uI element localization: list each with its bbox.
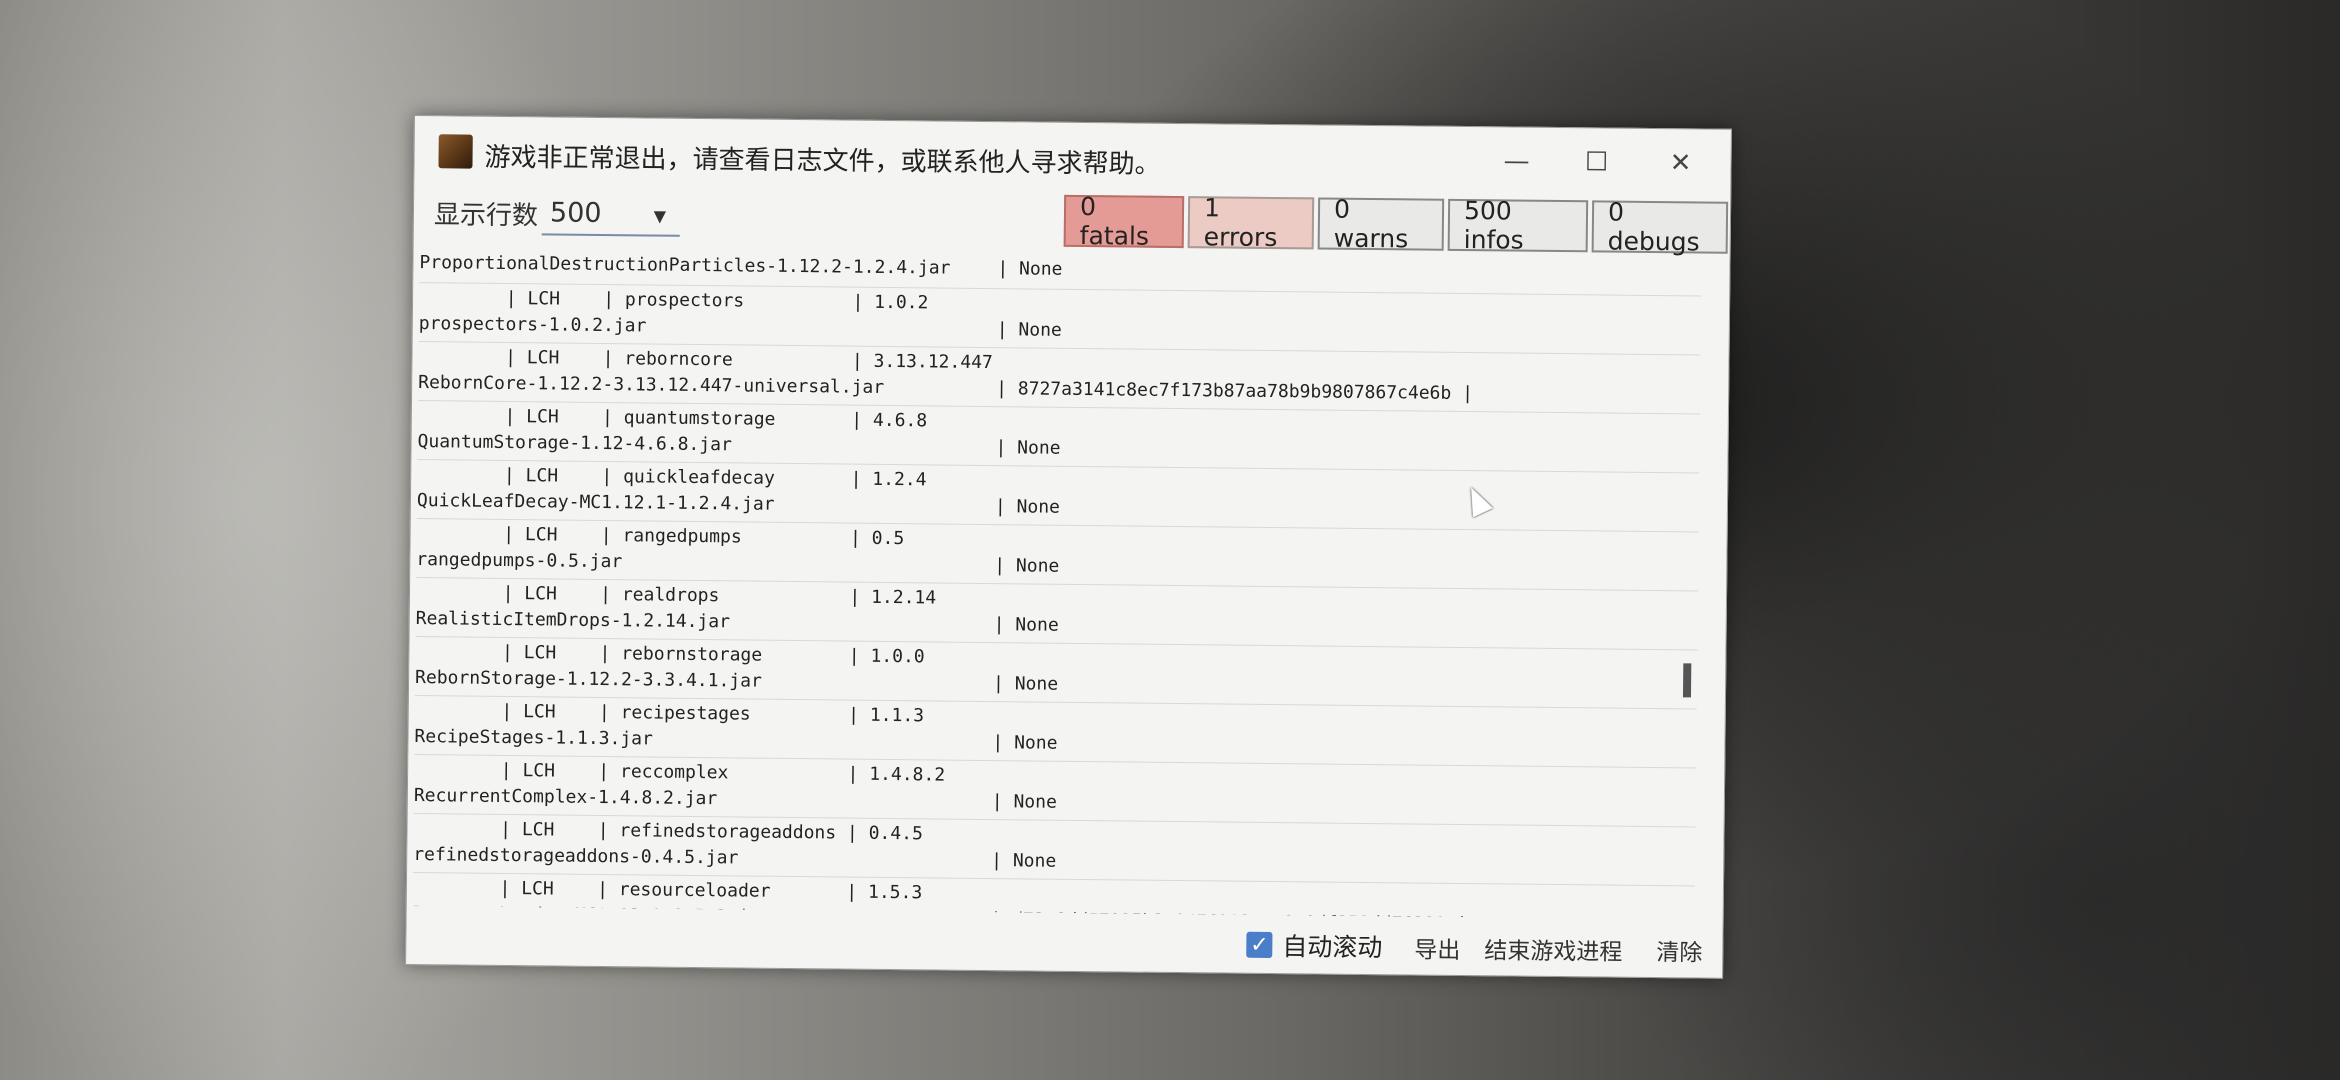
log-mod-info: | LCH | reccomplex | 1.4.8.2 <box>414 759 946 786</box>
debugs-filter-button[interactable]: 0 debugs <box>1591 198 1729 256</box>
close-button[interactable]: ✕ <box>1658 143 1702 183</box>
autoscroll-label: 自动滚动 <box>1282 932 1383 963</box>
log-file: refinedstorageaddons-0.4.5.jar <box>413 844 739 869</box>
rows-value: 500 <box>549 197 602 229</box>
rows-select[interactable]: 500 ▼ <box>541 191 681 237</box>
log-signature: | None <box>993 614 1059 636</box>
scrollbar-thumb[interactable] <box>1682 663 1692 698</box>
log-signature: | None <box>991 850 1057 872</box>
log-mod-info: | LCH | rangedpumps | 0.5 <box>416 523 905 550</box>
minimize-button[interactable]: — <box>1494 141 1538 181</box>
log-signature: | None <box>995 437 1061 459</box>
log-mod-info: | LCH | refinedstorageaddons | 0.4.5 <box>413 818 923 845</box>
log-signature: | None <box>996 319 1062 341</box>
autoscroll-toggle[interactable]: ✓ 自动滚动 <box>1246 927 1383 964</box>
log-mod-info: | LCH | recipestages | 1.1.3 <box>414 700 925 727</box>
log-file: RealisticItemDrops-1.2.14.jar <box>415 608 731 633</box>
log-file: ProportionalDestructionParticles-1.12.2-… <box>419 252 951 279</box>
errors-filter-button[interactable]: 1 errors <box>1187 193 1315 252</box>
log-file: prospectors-1.0.2.jar <box>418 313 647 337</box>
export-button[interactable]: 导出 <box>1414 931 1460 965</box>
minecraft-block-icon <box>438 134 473 169</box>
log-mod-info: | LCH | quickleafdecay | 1.2.4 <box>417 464 927 491</box>
log-signature: | 8727a3141c8ec7f173b87aa78b9b9807867c4e… <box>996 378 1474 405</box>
log-signature: | None <box>992 673 1059 695</box>
log-mod-info: | LCH | rebornstorage | 1.0.0 <box>415 641 925 668</box>
kill-game-button[interactable]: 结束游戏进程 <box>1484 931 1622 966</box>
log-file: QuickLeafDecay-MC1.12.1-1.2.4.jar <box>416 490 775 515</box>
log-file: rangedpumps-0.5.jar <box>416 549 623 573</box>
log-file: QuantumStorage-1.12-4.6.8.jar <box>417 431 732 456</box>
caret-down-icon: ▼ <box>653 206 667 226</box>
log-output[interactable]: ProportionalDestructionParticles-1.12.2-… <box>412 246 1702 920</box>
log-mod-info: | LCH | quantumstorage | 4.6.8 <box>417 405 928 432</box>
checkbox-checked-icon[interactable]: ✓ <box>1246 931 1273 959</box>
log-file: RecurrentComplex-1.4.8.2.jar <box>413 785 718 810</box>
maximize-button[interactable]: ☐ <box>1574 142 1618 182</box>
toolbar: 显示行数 500 ▼ 0 fatals 1 errors 0 warns 500… <box>414 186 1731 256</box>
warns-filter-button[interactable]: 0 warns <box>1317 195 1445 253</box>
clear-button[interactable]: 清除 <box>1656 933 1702 967</box>
log-signature: | None <box>994 555 1060 577</box>
log-signature: | None <box>997 258 1063 280</box>
log-file: RecipeStages-1.1.3.jar <box>414 726 654 750</box>
log-signature: | None <box>994 496 1061 518</box>
log-mod-info: | LCH | prospectors | 1.0.2 <box>418 287 929 314</box>
log-mod-info: | LCH | resourceloader | 1.5.3 <box>412 877 923 904</box>
log-mod-info: | LCH | realdrops | 1.2.14 <box>415 582 937 609</box>
rows-label: 显示行数 <box>433 200 539 232</box>
log-file: RebornCore-1.12.2-3.13.12.447-universal.… <box>418 372 885 398</box>
log-file: RebornStorage-1.12.2-3.3.4.1.jar <box>414 667 762 692</box>
log-level-filters: 0 fatals 1 errors 0 warns 500 infos 0 de… <box>1063 192 1729 256</box>
infos-filter-button[interactable]: 500 infos <box>1447 196 1589 255</box>
log-signature: | None <box>992 732 1058 754</box>
crash-log-window: 游戏非正常退出，请查看日志文件，或联系他人寻求帮助。 — ☐ ✕ 显示行数 50… <box>405 115 1732 979</box>
footer: ✓ 自动滚动 导出 结束游戏进程 清除 <box>406 906 1723 978</box>
fatals-filter-button[interactable]: 0 fatals <box>1063 192 1185 251</box>
log-signature: | None <box>991 791 1057 813</box>
log-mod-info: | LCH | reborncore | 3.13.12.447 <box>418 346 993 374</box>
window-title: 游戏非正常退出，请查看日志文件，或联系他人寻求帮助。 <box>484 142 1161 180</box>
